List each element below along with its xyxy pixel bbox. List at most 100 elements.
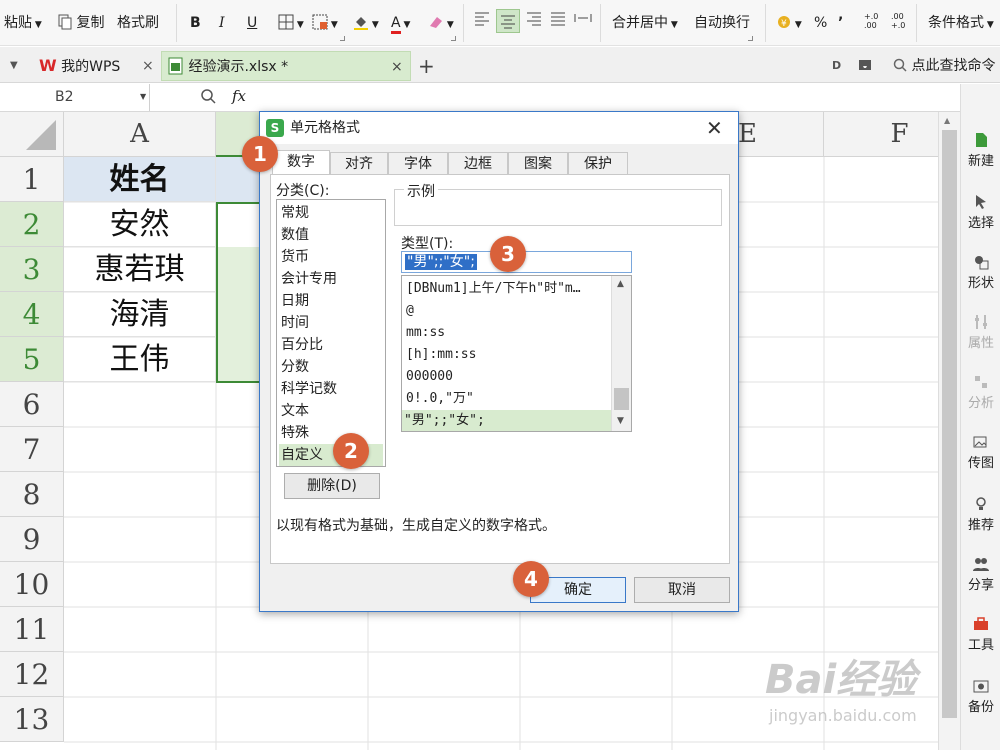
close-icon[interactable]: × bbox=[391, 52, 403, 82]
dialog-title-bar[interactable]: S 单元格格式 ✕ bbox=[260, 112, 738, 144]
type-list-scrollbar[interactable]: ▲ ▼ bbox=[611, 276, 631, 431]
row-header-11[interactable]: 11 bbox=[0, 607, 64, 652]
row-header-1[interactable]: 1 bbox=[0, 157, 64, 202]
scroll-down-icon[interactable]: ▼ bbox=[617, 416, 624, 426]
side-analysis[interactable]: 分析 bbox=[961, 374, 1000, 411]
row-header-9[interactable]: 9 bbox=[0, 517, 64, 562]
command-search[interactable]: 点此查找命令 bbox=[893, 51, 1000, 81]
category-item[interactable]: 数值 bbox=[279, 224, 383, 246]
type-item[interactable]: 0!.0,"万" bbox=[404, 388, 609, 410]
align-right-button[interactable] bbox=[526, 10, 542, 32]
scroll-up-icon[interactable]: ▲ bbox=[944, 116, 950, 125]
type-item[interactable]: [DBNum1]上午/下午h"时"m… bbox=[404, 278, 609, 300]
category-item[interactable]: 文本 bbox=[279, 400, 383, 422]
row-header-10[interactable]: 10 bbox=[0, 562, 64, 607]
category-list[interactable]: 常规 数值 货币 会计专用 日期 时间 百分比 分数 科学记数 文本 特殊 自定… bbox=[276, 199, 386, 467]
function-button[interactable]: fx bbox=[232, 87, 246, 105]
border-button[interactable]: ▼ bbox=[278, 12, 304, 34]
fill-color-button[interactable]: ▼ bbox=[353, 12, 379, 34]
align-left-button[interactable] bbox=[474, 10, 490, 32]
cell-a2[interactable]: 安然 bbox=[64, 202, 216, 247]
conditional-format-button[interactable]: 条件格式 ▼ bbox=[928, 12, 994, 34]
scrollbar-thumb[interactable] bbox=[614, 388, 629, 410]
close-icon[interactable]: × bbox=[142, 51, 154, 81]
merge-center-button[interactable]: 合并居中 ▼ bbox=[612, 12, 678, 34]
side-share[interactable]: 分享 bbox=[961, 556, 1000, 593]
category-item[interactable]: 会计专用 bbox=[279, 268, 383, 290]
copy-button[interactable]: 复制 bbox=[58, 12, 104, 34]
select-all-corner[interactable] bbox=[0, 112, 64, 157]
type-item-selected[interactable]: "男";;"女"; bbox=[402, 410, 611, 431]
italic-button[interactable]: I bbox=[219, 12, 225, 34]
category-item[interactable]: 日期 bbox=[279, 290, 383, 312]
type-list[interactable]: [DBNum1]上午/下午h"时"m… @ mm:ss [h]:mm:ss 00… bbox=[401, 275, 632, 432]
row-header-13[interactable]: 13 bbox=[0, 697, 64, 742]
new-tab-button[interactable]: + bbox=[418, 51, 435, 81]
decrease-decimal-button[interactable]: .00 +.0 bbox=[891, 12, 905, 34]
close-icon[interactable]: ✕ bbox=[706, 112, 723, 144]
column-header-f[interactable]: F bbox=[824, 112, 938, 157]
category-item[interactable]: 时间 bbox=[279, 312, 383, 334]
cancel-button[interactable]: 取消 bbox=[634, 577, 730, 603]
type-item[interactable]: @ bbox=[404, 300, 609, 322]
zoom-icon[interactable] bbox=[200, 88, 216, 108]
category-item[interactable]: 科学记数 bbox=[279, 378, 383, 400]
tab-alignment[interactable]: 对齐 bbox=[330, 152, 388, 174]
docer-icon[interactable]: D bbox=[832, 51, 841, 81]
number-format-button[interactable]: ¥ ▼ bbox=[776, 12, 802, 34]
category-item[interactable]: 常规 bbox=[279, 202, 383, 224]
font-color-button[interactable]: A ▼ bbox=[391, 12, 410, 34]
type-item[interactable]: mm:ss bbox=[404, 322, 609, 344]
paste-button[interactable]: 粘贴 ▼ bbox=[4, 12, 42, 34]
tab-border[interactable]: 边框 bbox=[448, 152, 508, 174]
wrap-text-button[interactable]: 自动换行 bbox=[694, 12, 750, 34]
tab-my-wps[interactable]: W 我的WPS × bbox=[36, 51, 158, 81]
scroll-up-icon[interactable]: ▲ bbox=[617, 279, 624, 289]
side-tools[interactable]: 工具 bbox=[961, 616, 1000, 653]
category-item[interactable]: 货币 bbox=[279, 246, 383, 268]
format-painter-button[interactable]: 格式刷 bbox=[117, 12, 159, 34]
justify-button[interactable] bbox=[550, 10, 566, 32]
scrollbar-thumb[interactable] bbox=[942, 130, 957, 718]
side-recommend[interactable]: 推荐 bbox=[961, 496, 1000, 533]
cell-a4[interactable]: 海清 bbox=[64, 292, 216, 337]
side-backup[interactable]: 备份 bbox=[961, 678, 1000, 715]
type-item[interactable]: 000000 bbox=[404, 366, 609, 388]
tab-pattern[interactable]: 图案 bbox=[508, 152, 568, 174]
percent-button[interactable]: % bbox=[814, 12, 827, 34]
tab-number[interactable]: 数字 bbox=[272, 150, 330, 175]
align-center-button[interactable] bbox=[496, 9, 520, 33]
align-group-launcher[interactable] bbox=[748, 36, 753, 41]
comma-button[interactable]: ’ bbox=[838, 12, 843, 34]
row-header-3[interactable]: 3 bbox=[0, 247, 64, 292]
cell-a3[interactable]: 惠若琪 bbox=[64, 247, 216, 292]
tab-list-dropdown[interactable]: ▼ bbox=[10, 51, 18, 81]
format-group-launcher[interactable] bbox=[451, 36, 456, 41]
side-shape[interactable]: 形状 bbox=[961, 254, 1000, 291]
category-item[interactable]: 百分比 bbox=[279, 334, 383, 356]
column-header-a[interactable]: A bbox=[64, 112, 216, 157]
delete-button[interactable]: 删除(D) bbox=[284, 473, 380, 499]
row-header-7[interactable]: 7 bbox=[0, 427, 64, 472]
row-header-12[interactable]: 12 bbox=[0, 652, 64, 697]
name-box[interactable]: B2 ▼ bbox=[0, 84, 150, 111]
cell-a1[interactable]: 姓名 bbox=[64, 157, 216, 202]
cell-style-button[interactable]: ▼ bbox=[312, 12, 338, 34]
inbox-icon[interactable] bbox=[858, 51, 872, 81]
row-header-5[interactable]: 5 bbox=[0, 337, 64, 382]
category-item[interactable]: 特殊 bbox=[279, 422, 383, 444]
bold-button[interactable]: B bbox=[190, 12, 201, 34]
side-upload-image[interactable]: 传图 bbox=[961, 434, 1000, 471]
distributed-button[interactable] bbox=[574, 10, 592, 32]
tab-font[interactable]: 字体 bbox=[388, 152, 448, 174]
side-new[interactable]: 新建 bbox=[961, 132, 1000, 169]
row-header-2[interactable]: 2 bbox=[0, 202, 64, 247]
row-header-6[interactable]: 6 bbox=[0, 382, 64, 427]
category-item[interactable]: 分数 bbox=[279, 356, 383, 378]
cell-a5[interactable]: 王伟 bbox=[64, 337, 216, 382]
side-properties[interactable]: 属性 bbox=[961, 314, 1000, 351]
underline-button[interactable]: U bbox=[247, 12, 257, 34]
font-group-launcher[interactable] bbox=[340, 36, 345, 41]
row-header-8[interactable]: 8 bbox=[0, 472, 64, 517]
side-select[interactable]: 选择 bbox=[961, 194, 1000, 231]
